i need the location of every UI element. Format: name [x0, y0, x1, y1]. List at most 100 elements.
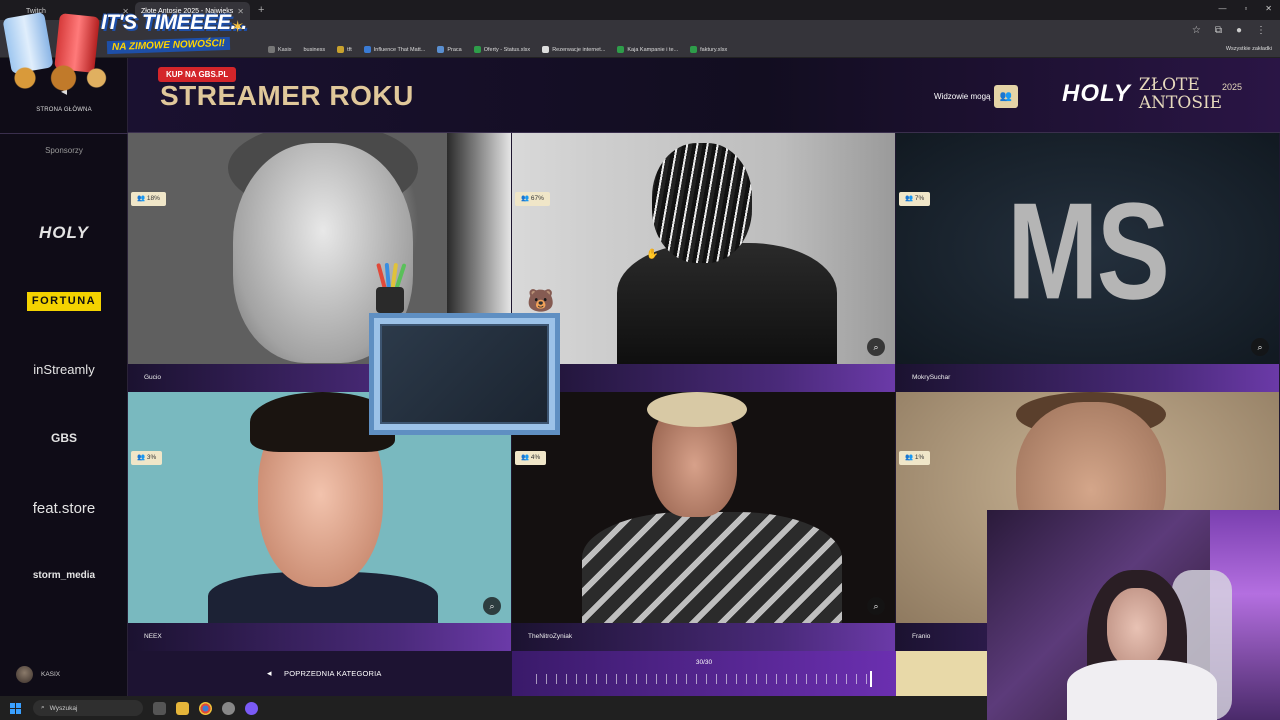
feat-store-logo[interactable]: feat.store [0, 500, 128, 517]
vote-percent-badge: 👥 18% [131, 192, 166, 206]
app-icon[interactable] [222, 701, 235, 715]
messenger-icon[interactable] [245, 701, 258, 715]
nominee-name: MokrySuchar [912, 374, 951, 381]
previous-category-label: POPRZEDNIA KATEGORIA [284, 669, 382, 678]
ad-cta-button[interactable]: KUP NA GBS.PL [158, 67, 237, 82]
users-icon: 👥 [521, 454, 530, 461]
can-image [54, 13, 100, 73]
home-label: STRONA GŁÓWNA [36, 107, 92, 113]
file-explorer-icon[interactable] [176, 701, 189, 715]
windows-start-icon[interactable] [10, 702, 21, 714]
sidebar: ◂ STRONA GŁÓWNA Sponsorzy HOLY FORTUNA i… [0, 58, 128, 696]
brand-event: ZŁOTE ANTOSIE [1138, 75, 1223, 113]
nominee-card[interactable]: 👥 4% ⌕ TheNitroZyniak [512, 392, 896, 651]
ad-title: IT'S TIMEEEE... [101, 11, 247, 34]
sponsors-label: Sponsorzy [45, 146, 83, 155]
next-category-button[interactable] [896, 651, 988, 696]
vote-percent-badge: 👥 7% [899, 192, 931, 206]
bookmark[interactable]: Rezerwacje internet... [542, 46, 605, 53]
chrome-icon[interactable] [199, 701, 212, 715]
nominee-photo: MS [896, 133, 1279, 364]
bookmark[interactable]: business [303, 47, 325, 53]
nominee-name: NEEX [144, 633, 162, 640]
vote-percent-badge: 👥 1% [899, 451, 931, 465]
progress-ticks [536, 674, 870, 684]
bookmark[interactable]: Kasix [268, 46, 291, 53]
progress-count: 30/30 [695, 659, 713, 666]
profile-icon[interactable]: ● [1236, 25, 1242, 36]
bookmark[interactable]: faktury.xlsx [690, 46, 727, 53]
zoom-icon[interactable]: ⌕ [867, 597, 885, 615]
vote-percent-badge: 👥 3% [131, 451, 163, 465]
avatar [16, 666, 33, 683]
search-icon: ⌕ [41, 704, 45, 711]
pencil-cup-sticker [368, 262, 410, 313]
minimize-icon[interactable]: — [1218, 4, 1226, 13]
extensions-icon[interactable]: ⧉ [1215, 25, 1222, 36]
divider [0, 133, 128, 134]
user-profile[interactable]: KASIX [16, 666, 60, 683]
task-view-icon[interactable] [153, 701, 166, 715]
brand-holy: HOLY [1062, 80, 1131, 107]
users-icon: 👥 [521, 195, 530, 202]
arrow-left-icon: ◂ [267, 668, 272, 678]
nominee-name: Gucio [144, 374, 161, 381]
window-controls: — ▫ ✕ [1218, 4, 1272, 13]
ad-subtitle: NA ZIMOWE NOWOŚCI! [106, 36, 231, 55]
users-icon: 👥 [999, 91, 1013, 102]
chalkboard-overlay [369, 313, 560, 435]
progress-marker [870, 671, 872, 687]
nominee-namebar [512, 364, 895, 392]
storm-media-logo[interactable]: storm_media [0, 570, 128, 581]
vote-percent-badge: 👥 4% [515, 451, 547, 465]
nominee-namebar: NEEX [128, 623, 511, 651]
bear-sticker-icon: 🐻 [527, 288, 555, 313]
holy-logo[interactable]: HOLY [0, 223, 128, 243]
bookmark[interactable]: Oferty - Status.xlsx [473, 46, 530, 53]
users-icon: 👥 [137, 195, 146, 202]
menu-icon[interactable]: ⋮ [1256, 25, 1266, 36]
ad-banner[interactable]: IT'S TIMEEEE... NA ZIMOWE NOWOŚCI! KUP N… [2, 9, 260, 91]
snack-image [3, 65, 113, 91]
previous-category-button[interactable]: ◂ POPRZEDNIA KATEGORIA [128, 651, 512, 696]
bookmark[interactable]: Influence That Matt... [363, 46, 425, 53]
sparkle-icon: ✶ [231, 19, 245, 36]
gbs-logo[interactable]: GBS [0, 431, 128, 445]
star-icon[interactable]: ☆ [1192, 25, 1201, 36]
nominee-namebar: TheNitroZyniak [512, 623, 895, 651]
nominee-name: TheNitroZyniak [528, 633, 573, 640]
viewers-label: Widzowie mogą [934, 92, 991, 101]
viewers-button[interactable]: 👥 [994, 85, 1018, 108]
close-window-icon[interactable]: ✕ [1265, 4, 1272, 13]
all-bookmarks[interactable]: Wszystkie zakładki [1226, 46, 1272, 52]
category-progress: 30/30 [512, 651, 896, 696]
zoom-icon[interactable]: ⌕ [867, 338, 885, 356]
users-icon: 👥 [905, 195, 914, 202]
page-header: STREAMER ROKU Widzowie mogą 👥 HOLY ZŁOTE… [128, 58, 1280, 133]
toolbar-icons: ☆ ⧉ ● ⋮ [1192, 25, 1266, 36]
brand-year: 2025 [1222, 82, 1243, 92]
nominee-card[interactable]: MS 👥 7% ⌕ MokrySuchar [896, 133, 1280, 392]
bookmark[interactable]: Praca [437, 46, 462, 53]
instreamly-logo[interactable]: inStreamly [0, 362, 128, 377]
webcam-overlay [987, 510, 1280, 720]
zoom-icon[interactable]: ⌕ [1251, 338, 1269, 356]
vote-percent-badge: 👥 67% [515, 192, 550, 206]
bookmark[interactable]: tft [337, 46, 352, 53]
nominee-photo [512, 392, 895, 627]
username: KASIX [41, 671, 61, 678]
users-icon: 👥 [905, 454, 914, 461]
search-placeholder: Wyszukaj [49, 704, 78, 712]
taskbar-apps [153, 701, 258, 715]
nominee-name: Franio [912, 633, 931, 640]
nominee-namebar: MokrySuchar [896, 364, 1279, 392]
bookmark[interactable]: Kaja Kampanie i te... [617, 46, 678, 53]
fortuna-logo[interactable]: FORTUNA [27, 292, 101, 311]
event-brand: HOLY ZŁOTE ANTOSIE 2025 [1062, 75, 1242, 113]
nominee-card[interactable]: 👥 67% ⌕ [512, 133, 896, 392]
taskbar-search[interactable]: ⌕ Wyszukaj [33, 700, 143, 716]
maximize-icon[interactable]: ▫ [1244, 4, 1247, 13]
nominee-photo [512, 133, 895, 368]
users-icon: 👥 [137, 454, 146, 461]
zoom-icon[interactable]: ⌕ [483, 597, 501, 615]
